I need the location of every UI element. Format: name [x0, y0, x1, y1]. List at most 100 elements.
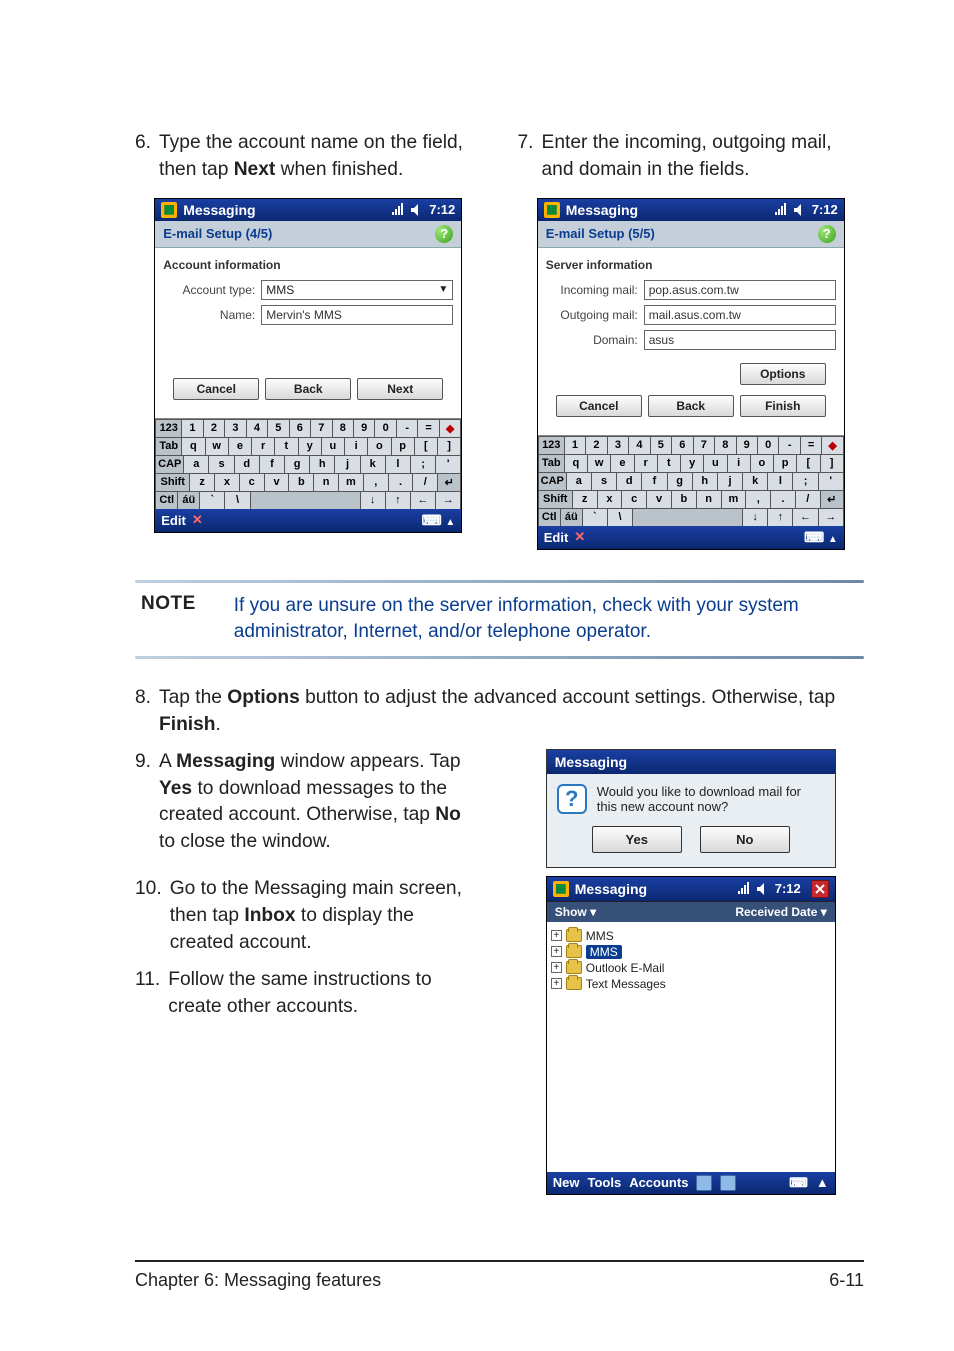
key[interactable]: a — [566, 472, 591, 490]
key[interactable]: o — [750, 454, 773, 472]
account-type-select[interactable]: MMS ▼ — [261, 280, 453, 300]
key[interactable]: b — [288, 473, 313, 491]
key[interactable]: ' — [818, 472, 844, 490]
key[interactable]: s — [591, 472, 616, 490]
key[interactable]: 8 — [332, 419, 353, 437]
next-button[interactable]: Next — [357, 378, 443, 400]
key[interactable]: Shift — [155, 473, 189, 491]
toolbar-icon[interactable] — [696, 1175, 712, 1191]
key[interactable]: ↓ — [360, 491, 385, 509]
key[interactable]: Shift — [538, 490, 572, 508]
key[interactable]: ↑ — [385, 491, 410, 509]
key[interactable]: r — [634, 454, 657, 472]
key[interactable]: d — [234, 455, 259, 473]
key[interactable]: / — [795, 490, 820, 508]
expand-icon[interactable]: + — [551, 962, 562, 973]
key[interactable]: Ctl — [155, 491, 177, 509]
tools-menu[interactable]: Tools — [587, 1175, 621, 1190]
close-icon[interactable]: ✕ — [192, 512, 203, 528]
tree-item[interactable]: +MMS — [551, 928, 831, 944]
key[interactable]: ← — [792, 508, 817, 526]
key[interactable] — [632, 508, 742, 526]
key[interactable]: 3 — [224, 419, 245, 437]
key[interactable]: CAP — [538, 472, 566, 490]
key[interactable]: c — [621, 490, 646, 508]
key[interactable]: . — [388, 473, 413, 491]
key[interactable]: v — [264, 473, 289, 491]
key[interactable]: u — [703, 454, 726, 472]
key[interactable]: e — [610, 454, 633, 472]
cancel-button[interactable]: Cancel — [173, 378, 259, 400]
key[interactable]: p — [391, 437, 414, 455]
key[interactable]: 1 — [181, 419, 202, 437]
key[interactable]: ; — [410, 455, 435, 473]
key[interactable]: ◆ — [821, 436, 843, 454]
domain-input[interactable]: asus — [644, 330, 836, 350]
key[interactable]: x — [597, 490, 622, 508]
key[interactable]: , — [363, 473, 388, 491]
back-button[interactable]: Back — [265, 378, 351, 400]
keyboard-icon[interactable]: ⌨ — [804, 529, 824, 545]
finish-button[interactable]: Finish — [740, 395, 826, 417]
key[interactable]: - — [396, 419, 417, 437]
key[interactable]: r — [251, 437, 274, 455]
accounts-menu[interactable]: Accounts — [629, 1175, 688, 1190]
key[interactable]: t — [657, 454, 680, 472]
key[interactable]: ↑ — [767, 508, 792, 526]
chevron-up-icon[interactable]: ▲ — [445, 517, 455, 528]
key[interactable]: ↵ — [820, 490, 844, 508]
key[interactable]: f — [641, 472, 666, 490]
key[interactable]: z — [572, 490, 597, 508]
expand-icon[interactable]: + — [551, 930, 562, 941]
no-button[interactable]: No — [700, 826, 790, 853]
toolbar-icon[interactable] — [720, 1175, 736, 1191]
close-icon[interactable]: ✕ — [574, 529, 585, 545]
key[interactable]: - — [778, 436, 799, 454]
key[interactable]: b — [671, 490, 696, 508]
key[interactable]: = — [800, 436, 821, 454]
key[interactable]: [ — [796, 454, 819, 472]
key[interactable]: 8 — [714, 436, 735, 454]
key[interactable]: . — [770, 490, 795, 508]
yes-button[interactable]: Yes — [592, 826, 682, 853]
key[interactable]: Ctl — [538, 508, 560, 526]
key[interactable]: s — [208, 455, 233, 473]
key[interactable]: = — [417, 419, 438, 437]
key[interactable]: l — [767, 472, 792, 490]
expand-icon[interactable]: + — [551, 946, 562, 957]
key[interactable]: Tab — [538, 454, 564, 472]
key[interactable]: g — [284, 455, 309, 473]
key[interactable]: ' — [435, 455, 461, 473]
key[interactable]: m — [338, 473, 363, 491]
key[interactable]: [ — [414, 437, 437, 455]
outgoing-input[interactable]: mail.asus.com.tw — [644, 305, 836, 325]
key[interactable]: k — [360, 455, 385, 473]
back-button[interactable]: Back — [648, 395, 734, 417]
key[interactable]: 123 — [155, 419, 181, 437]
key[interactable]: d — [616, 472, 641, 490]
key[interactable]: CAP — [155, 455, 183, 473]
help-icon[interactable]: ? — [435, 225, 453, 243]
keyboard-icon[interactable]: ⌨ — [422, 512, 442, 528]
edit-menu[interactable]: Edit — [544, 530, 569, 545]
key[interactable]: c — [239, 473, 264, 491]
on-screen-keyboard[interactable]: 1231234567890-=◆Tabqwertyuiop[]CAPasdfgh… — [155, 418, 461, 509]
tree-item[interactable]: +Text Messages — [551, 976, 831, 992]
key[interactable]: a — [183, 455, 208, 473]
key[interactable]: 5 — [267, 419, 288, 437]
start-icon[interactable] — [553, 881, 569, 897]
key[interactable]: 6 — [671, 436, 692, 454]
received-column[interactable]: Received Date ▾ — [727, 902, 834, 922]
key[interactable]: i — [727, 454, 750, 472]
start-icon[interactable] — [544, 202, 560, 218]
incoming-input[interactable]: pop.asus.com.tw — [644, 280, 836, 300]
key[interactable]: 5 — [650, 436, 671, 454]
edit-menu[interactable]: Edit — [161, 513, 186, 528]
key[interactable]: ] — [437, 437, 461, 455]
key[interactable]: , — [745, 490, 770, 508]
key[interactable]: k — [742, 472, 767, 490]
key[interactable]: l — [385, 455, 410, 473]
key[interactable]: y — [680, 454, 703, 472]
key[interactable]: 0 — [374, 419, 395, 437]
key[interactable]: 7 — [310, 419, 331, 437]
